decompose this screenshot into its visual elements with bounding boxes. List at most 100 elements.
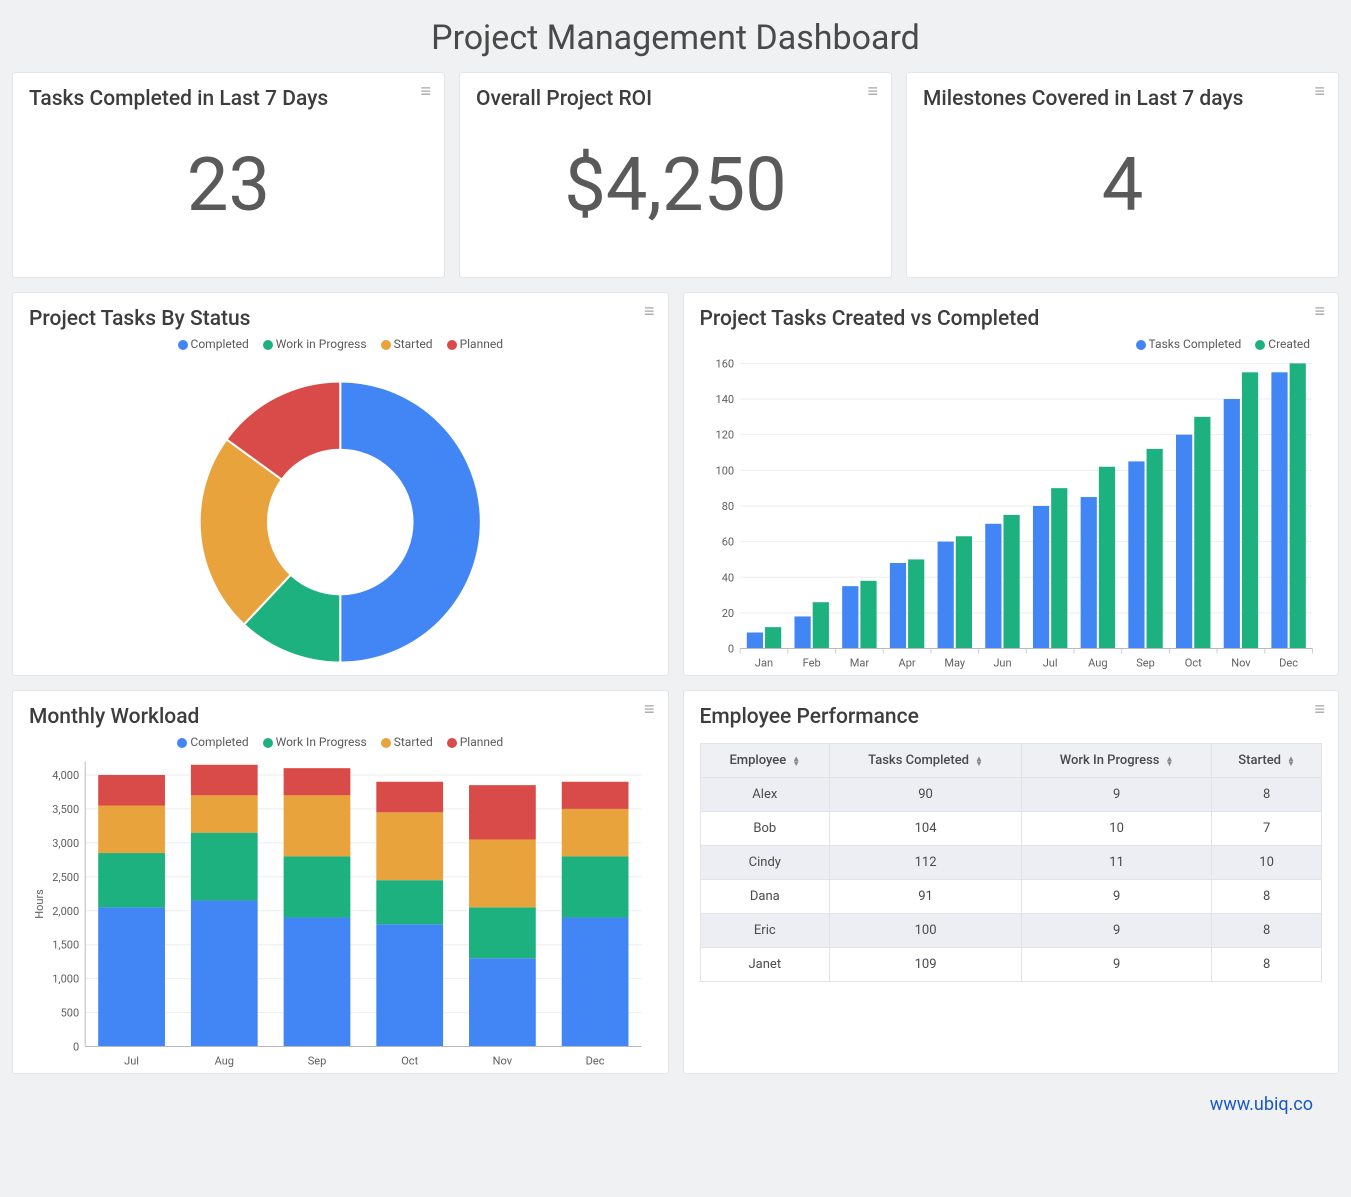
table-cell: Janet — [700, 948, 830, 982]
table-cell: Eric — [700, 914, 830, 948]
svg-text:Sep: Sep — [308, 1055, 327, 1068]
table-cell: 109 — [830, 948, 1022, 982]
table-cell: Dana — [700, 880, 830, 914]
svg-text:60: 60 — [721, 536, 733, 549]
svg-text:May: May — [944, 657, 966, 670]
table-cell: Bob — [700, 812, 830, 846]
menu-icon[interactable]: ≡ — [420, 81, 432, 102]
table-cell: 9 — [1022, 778, 1212, 812]
svg-text:3,500: 3,500 — [52, 803, 79, 816]
svg-text:2,500: 2,500 — [52, 871, 79, 884]
sort-icon[interactable]: ▲▼ — [975, 756, 983, 766]
chart-legend: Completed Work In Progress Started Planned — [29, 735, 652, 749]
sort-icon[interactable]: ▲▼ — [1165, 756, 1173, 766]
menu-icon[interactable]: ≡ — [867, 81, 879, 102]
legend-item[interactable]: Completed — [177, 735, 248, 749]
card-title: Project Tasks By Status — [29, 307, 652, 331]
bar-chart: 020406080100120140160JanFebMarAprMayJunJ… — [700, 351, 1323, 681]
svg-text:1,500: 1,500 — [52, 939, 79, 952]
menu-icon[interactable]: ≡ — [1314, 699, 1326, 720]
kpi-row: ≡ Tasks Completed in Last 7 Days 23 ≡ Ov… — [12, 72, 1339, 278]
sort-icon[interactable]: ▲▼ — [792, 756, 800, 766]
legend-item[interactable]: Completed — [178, 337, 249, 351]
kpi-title: Milestones Covered in Last 7 days — [923, 87, 1322, 111]
table-row: Dana9198 — [700, 880, 1322, 914]
table-cell: 8 — [1212, 948, 1322, 982]
table-cell: Cindy — [700, 846, 830, 880]
legend-item[interactable]: Work In Progress — [263, 735, 367, 749]
table-header[interactable]: Started▲▼ — [1212, 744, 1322, 778]
table-row: Janet10998 — [700, 948, 1322, 982]
svg-text:Oct: Oct — [401, 1055, 418, 1068]
table-cell: 90 — [830, 778, 1022, 812]
svg-text:Nov: Nov — [493, 1055, 513, 1068]
menu-icon[interactable]: ≡ — [1314, 81, 1326, 102]
svg-text:Apr: Apr — [898, 657, 915, 670]
table-cell: 9 — [1022, 914, 1212, 948]
table-cell: 11 — [1022, 846, 1212, 880]
kpi-card-milestones: ≡ Milestones Covered in Last 7 days 4 — [906, 72, 1339, 278]
svg-text:Jan: Jan — [754, 657, 772, 670]
card-project-tasks-by-status: ≡ Project Tasks By Status Completed Work … — [12, 292, 669, 676]
chart-legend: Tasks Completed Created — [700, 337, 1323, 351]
svg-text:Oct: Oct — [1184, 657, 1201, 670]
kpi-card-tasks-completed: ≡ Tasks Completed in Last 7 Days 23 — [12, 72, 445, 278]
menu-icon[interactable]: ≡ — [644, 699, 656, 720]
svg-text:Aug: Aug — [215, 1055, 234, 1068]
table-cell: 9 — [1022, 948, 1212, 982]
table-cell: 10 — [1022, 812, 1212, 846]
table-row: Cindy1121110 — [700, 846, 1322, 880]
kpi-title: Tasks Completed in Last 7 Days — [29, 87, 428, 111]
legend-item[interactable]: Started — [381, 337, 433, 351]
table-header[interactable]: Work In Progress▲▼ — [1022, 744, 1212, 778]
svg-text:Nov: Nov — [1231, 657, 1251, 670]
card-title: Monthly Workload — [29, 705, 652, 729]
svg-text:100: 100 — [715, 464, 734, 477]
kpi-value: $4,250 — [476, 149, 875, 223]
svg-text:160: 160 — [715, 357, 734, 370]
card-monthly-workload: ≡ Monthly Workload Completed Work In Prog… — [12, 690, 669, 1074]
svg-text:Jun: Jun — [993, 657, 1011, 670]
svg-text:0: 0 — [727, 643, 733, 656]
table-cell: 7 — [1212, 812, 1322, 846]
donut-chart — [29, 351, 652, 681]
page-title: Project Management Dashboard — [12, 18, 1339, 58]
table-row: Bob104107 — [700, 812, 1322, 846]
sort-icon[interactable]: ▲▼ — [1287, 756, 1295, 766]
card-employee-performance: ≡ Employee Performance Employee▲▼Tasks C… — [683, 690, 1340, 1074]
table-row: Alex9098 — [700, 778, 1322, 812]
watermark: www.ubiq.co — [12, 1088, 1339, 1117]
svg-text:120: 120 — [715, 429, 734, 442]
svg-text:2,000: 2,000 — [52, 905, 79, 918]
svg-text:Aug: Aug — [1088, 657, 1107, 670]
legend-item[interactable]: Created — [1255, 337, 1310, 351]
svg-text:4,000: 4,000 — [52, 769, 79, 782]
svg-text:0: 0 — [73, 1041, 79, 1054]
svg-text:Hours: Hours — [33, 889, 46, 919]
card-title: Employee Performance — [700, 705, 1323, 729]
legend-item[interactable]: Planned — [447, 735, 503, 749]
table-row: Eric10098 — [700, 914, 1322, 948]
chart-legend: Completed Work in Progress Started Planned — [29, 337, 652, 351]
table-cell: Alex — [700, 778, 830, 812]
menu-icon[interactable]: ≡ — [644, 301, 656, 322]
legend-item[interactable]: Tasks Completed — [1136, 337, 1242, 351]
svg-text:Jul: Jul — [124, 1055, 139, 1068]
svg-text:80: 80 — [721, 500, 733, 513]
legend-item[interactable]: Work in Progress — [263, 337, 367, 351]
table-cell: 112 — [830, 846, 1022, 880]
table-cell: 10 — [1212, 846, 1322, 880]
legend-item[interactable]: Started — [381, 735, 433, 749]
table-cell: 91 — [830, 880, 1022, 914]
svg-text:1,000: 1,000 — [52, 973, 79, 986]
menu-icon[interactable]: ≡ — [1314, 301, 1326, 322]
table-header[interactable]: Tasks Completed▲▼ — [830, 744, 1022, 778]
table-cell: 8 — [1212, 880, 1322, 914]
legend-item[interactable]: Planned — [447, 337, 503, 351]
table-header[interactable]: Employee▲▼ — [700, 744, 830, 778]
svg-text:3,000: 3,000 — [52, 837, 79, 850]
stacked-bar-chart: 05001,0001,5002,0002,5003,0003,5004,000H… — [29, 749, 652, 1079]
svg-text:Jul: Jul — [1042, 657, 1057, 670]
table-cell: 8 — [1212, 914, 1322, 948]
card-title: Project Tasks Created vs Completed — [700, 307, 1323, 331]
